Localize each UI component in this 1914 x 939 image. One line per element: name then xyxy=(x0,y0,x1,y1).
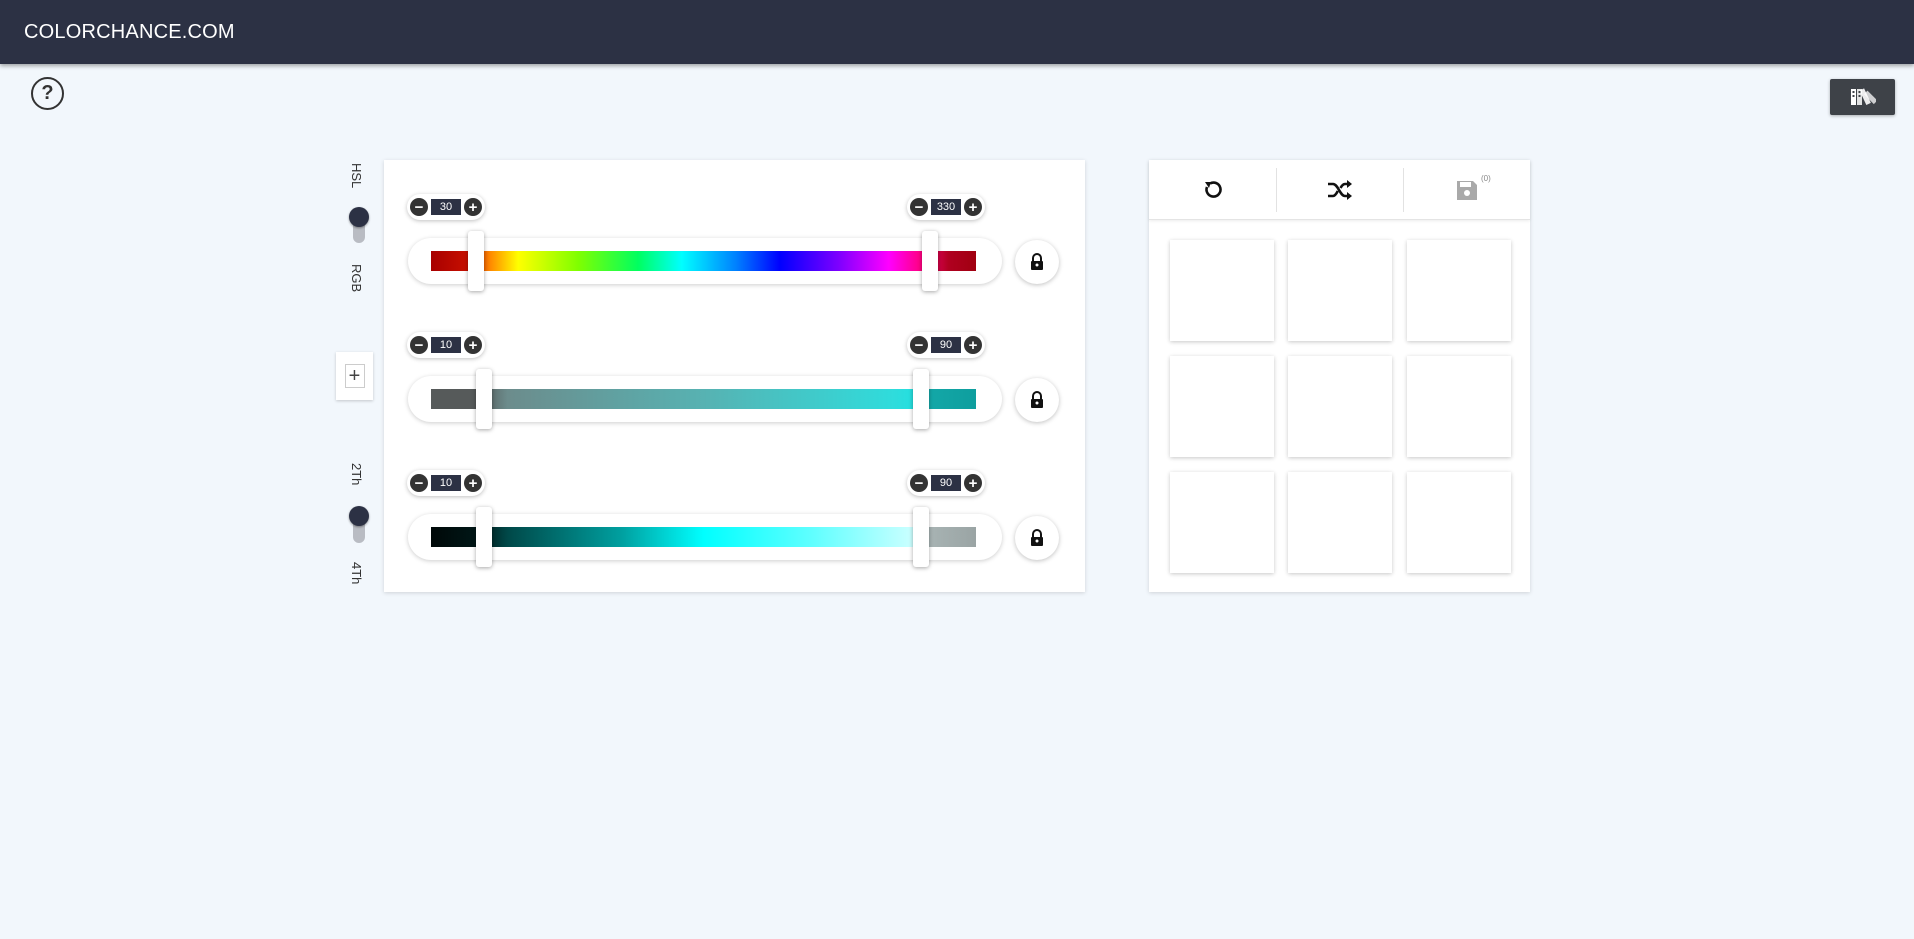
hue-min-minus-button[interactable]: − xyxy=(410,198,428,216)
reset-icon xyxy=(1204,180,1222,198)
lightness-lock-button[interactable] xyxy=(1015,516,1059,560)
saturation-min-value[interactable]: 10 xyxy=(431,337,461,353)
saturation-max-value[interactable]: 90 xyxy=(931,337,961,353)
shuffle-button[interactable] xyxy=(1276,160,1403,219)
hue-max-value[interactable]: 330 xyxy=(931,199,961,215)
question-circle-icon: ? xyxy=(41,82,54,104)
hue-min-plus-button[interactable]: + xyxy=(464,198,482,216)
lightness-min-handle[interactable] xyxy=(476,507,492,567)
color-swatch[interactable] xyxy=(1288,472,1392,573)
color-swatch[interactable] xyxy=(1170,240,1274,341)
lightness-min-plus-button[interactable]: + xyxy=(464,474,482,492)
lightness-min-value[interactable]: 10 xyxy=(431,475,461,491)
save-button[interactable]: (0) xyxy=(1403,160,1530,219)
hue-max-handle[interactable] xyxy=(922,231,938,291)
top-bar: COLORCHANCE.COM xyxy=(0,0,1914,64)
hue-min-stepper[interactable]: − 30 + xyxy=(407,194,485,220)
saturation-min-plus-button[interactable]: + xyxy=(464,336,482,354)
palette-toolbar: (0) xyxy=(1149,160,1530,220)
saturation-max-handle[interactable] xyxy=(913,369,929,429)
lightness-max-handle[interactable] xyxy=(913,507,929,567)
color-swatch[interactable] xyxy=(1407,356,1511,457)
mode-label-hsl: HSL xyxy=(349,163,364,189)
lightness-min-minus-button[interactable]: − xyxy=(410,474,428,492)
hue-max-minus-button[interactable]: − xyxy=(910,198,928,216)
lock-icon xyxy=(1031,391,1043,408)
color-swatch[interactable] xyxy=(1170,472,1274,573)
saturation-slider[interactable] xyxy=(408,369,1002,429)
lock-icon xyxy=(1031,253,1043,270)
hue-min-value[interactable]: 30 xyxy=(431,199,461,215)
lightness-max-minus-button[interactable]: − xyxy=(910,474,928,492)
tone-toggle-knob[interactable] xyxy=(349,506,369,526)
add-slider-button[interactable]: + xyxy=(336,352,373,400)
hue-max-plus-button[interactable]: + xyxy=(964,198,982,216)
reset-button[interactable] xyxy=(1149,160,1276,219)
palette-panel: (0) xyxy=(1149,160,1530,592)
saturation-min-handle[interactable] xyxy=(476,369,492,429)
hue-max-stepper[interactable]: − 330 + xyxy=(907,194,985,220)
color-swatch[interactable] xyxy=(1407,472,1511,573)
color-swatch[interactable] xyxy=(1288,356,1392,457)
saturation-min-minus-button[interactable]: − xyxy=(410,336,428,354)
brand-title[interactable]: COLORCHANCE.COM xyxy=(24,21,235,44)
lightness-max-plus-button[interactable]: + xyxy=(964,474,982,492)
tone-label-4th: 4Th xyxy=(349,562,364,585)
lock-icon xyxy=(1031,529,1043,546)
saturation-gradient-bar xyxy=(431,389,976,409)
lightness-min-stepper[interactable]: − 10 + xyxy=(407,470,485,496)
hue-min-handle[interactable] xyxy=(468,231,484,291)
saturation-lock-button[interactable] xyxy=(1015,378,1059,422)
palette-button[interactable] xyxy=(1830,79,1895,115)
mode-label-rgb: RGB xyxy=(349,264,364,293)
palette-swatches-icon xyxy=(1850,88,1876,106)
help-button[interactable]: ? xyxy=(31,77,64,110)
lightness-gradient-bar xyxy=(431,527,976,547)
saturation-max-minus-button[interactable]: − xyxy=(910,336,928,354)
color-swatch[interactable] xyxy=(1288,240,1392,341)
lightness-slider[interactable] xyxy=(408,507,1002,567)
slider-panel: − 30 + − 330 + − 10 + − 90 + − 10 + − 90… xyxy=(384,160,1085,592)
save-count-badge: (0) xyxy=(1481,174,1491,183)
plus-icon: + xyxy=(344,364,365,388)
tone-label-2th: 2Th xyxy=(349,463,364,486)
save-disk-icon xyxy=(1456,180,1477,200)
shuffle-icon xyxy=(1327,179,1352,200)
hue-slider[interactable] xyxy=(408,231,1002,291)
color-swatch[interactable] xyxy=(1407,240,1511,341)
hue-gradient-bar xyxy=(431,251,976,271)
saturation-max-stepper[interactable]: − 90 + xyxy=(907,332,985,358)
saturation-min-stepper[interactable]: − 10 + xyxy=(407,332,485,358)
saturation-max-plus-button[interactable]: + xyxy=(964,336,982,354)
lightness-max-stepper[interactable]: − 90 + xyxy=(907,470,985,496)
lightness-max-value[interactable]: 90 xyxy=(931,475,961,491)
color-swatch[interactable] xyxy=(1170,356,1274,457)
hue-lock-button[interactable] xyxy=(1015,240,1059,284)
mode-toggle-knob[interactable] xyxy=(349,207,369,227)
